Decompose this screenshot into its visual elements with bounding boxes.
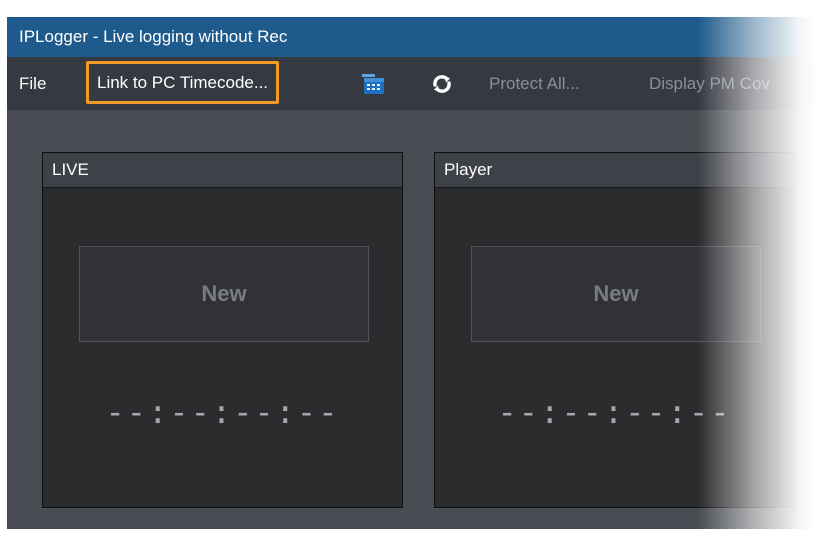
player-panel-title: Player — [435, 153, 794, 188]
menu-link-to-pc-timecode[interactable]: Link to PC Timecode... — [86, 61, 280, 104]
live-panel: LIVE New --:--:--:-- — [42, 152, 403, 508]
window-title: IPLogger - Live logging without Rec — [7, 17, 818, 57]
calendar-icon[interactable] — [360, 57, 386, 110]
menu-bar: File Link to PC Timecode... Protect All.… — [7, 57, 818, 110]
live-new-button[interactable]: New — [79, 246, 369, 342]
iplogger-window: IPLogger - Live logging without Rec File… — [7, 17, 818, 529]
menu-file[interactable]: File — [19, 57, 46, 110]
live-panel-title: LIVE — [43, 153, 402, 188]
player-timecode: --:--:--:-- — [497, 393, 732, 431]
player-new-button[interactable]: New — [471, 246, 761, 342]
menu-protect-all[interactable]: Protect All... — [489, 57, 580, 110]
player-panel: Player New --:--:--:-- — [434, 152, 795, 508]
menu-display-pm[interactable]: Display PM Cov — [649, 57, 770, 110]
sync-icon[interactable] — [429, 57, 455, 110]
live-timecode: --:--:--:-- — [105, 393, 340, 431]
